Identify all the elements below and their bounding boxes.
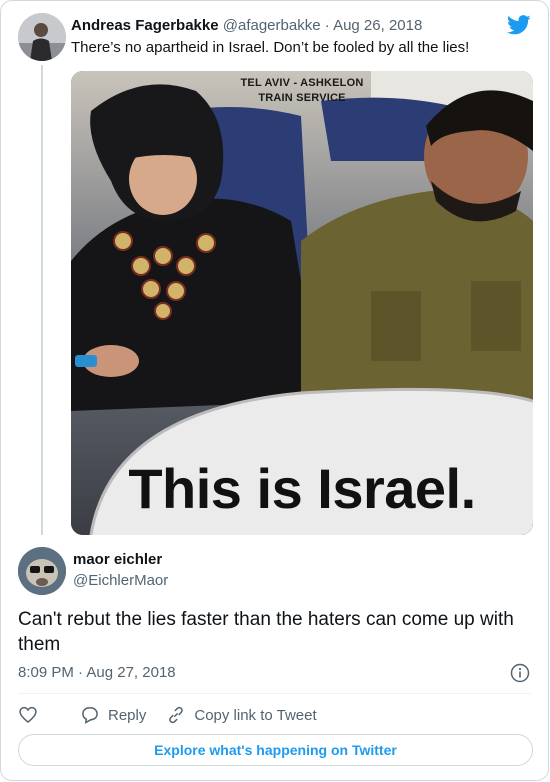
- tweet-timestamp[interactable]: 8:09 PM · Aug 27, 2018: [18, 664, 176, 681]
- reply-button[interactable]: Reply: [80, 705, 146, 725]
- parent-author-handle[interactable]: @afagerbakke: [223, 17, 321, 34]
- parent-author-name[interactable]: Andreas Fagerbakke: [71, 17, 219, 34]
- author-handle[interactable]: @EichlerMaor: [73, 572, 168, 589]
- tweet-actions-bar: Reply Copy link to Tweet: [18, 703, 317, 727]
- tweet-date[interactable]: Aug 27, 2018: [86, 664, 175, 681]
- tweet-text: Can't rebut the lies faster than the hat…: [18, 609, 514, 655]
- actions-divider: [18, 693, 531, 694]
- like-button[interactable]: [18, 705, 46, 725]
- parent-tweet-text: There’s no apartheid in Israel. Don’t be…: [71, 39, 470, 56]
- tweet-date-separator: ·: [78, 664, 84, 681]
- train-sign-line1: TEL AVIV - ASHKELON: [240, 77, 364, 89]
- info-icon[interactable]: [510, 663, 530, 683]
- train-sign-line2: TRAIN SERVICE: [258, 92, 346, 104]
- explore-twitter-button[interactable]: Explore what's happening on Twitter: [18, 734, 533, 766]
- parent-tweet-date[interactable]: Aug 26, 2018: [333, 17, 422, 34]
- reply-label: Reply: [108, 706, 147, 724]
- thread-connector-line: [41, 65, 43, 535]
- reply-bubble-icon: [82, 707, 98, 724]
- tweet-time[interactable]: 8:09 PM: [18, 664, 74, 681]
- tweet-embed-card: Andreas Fagerbakke @afagerbakke · Aug 26…: [0, 0, 549, 781]
- parent-date-separator: ·: [324, 17, 330, 34]
- copy-link-button[interactable]: Copy link to Tweet: [166, 705, 317, 725]
- parent-tweet-media-image[interactable]: TEL AVIV - ASHKELON TRAIN SERVICE This i…: [71, 71, 533, 535]
- parent-tweet-header: Andreas Fagerbakke @afagerbakke · Aug 26…: [71, 17, 422, 34]
- author-avatar[interactable]: [18, 547, 66, 595]
- author-name[interactable]: maor eichler: [73, 551, 162, 568]
- media-caption-text: This is Israel.: [128, 457, 476, 520]
- link-icon: [169, 706, 184, 724]
- parent-author-avatar[interactable]: [18, 13, 66, 61]
- twitter-bird-icon[interactable]: [507, 15, 531, 35]
- heart-icon: [19, 706, 37, 724]
- copy-link-label: Copy link to Tweet: [194, 706, 317, 724]
